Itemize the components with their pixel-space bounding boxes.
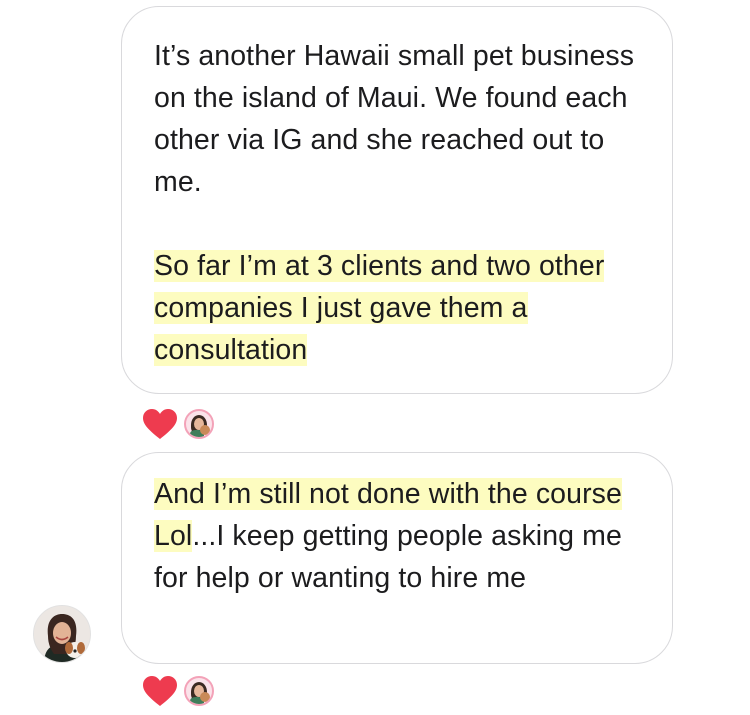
message-paragraph: ...I keep getting people asking me for h… (154, 520, 622, 594)
reactions-row[interactable] (142, 404, 214, 444)
message-text: It’s another Hawaii small pet business o… (154, 35, 640, 203)
highlighted-paragraph: So far I’m at 3 clients and two other co… (154, 250, 605, 366)
message-text: And I’m still not done with the course L… (154, 473, 640, 599)
avatar-photo (34, 606, 90, 662)
sender-avatar[interactable] (33, 605, 91, 663)
reactions-row[interactable] (142, 671, 214, 711)
message-paragraph: It’s another Hawaii small pet business o… (154, 40, 635, 198)
message-bubble[interactable]: It’s another Hawaii small pet business o… (121, 6, 673, 394)
reactor-avatar[interactable] (184, 409, 214, 439)
message-bubble[interactable]: And I’m still not done with the course L… (121, 452, 673, 664)
reactor-avatar[interactable] (184, 676, 214, 706)
message-text-highlighted: So far I’m at 3 clients and two other co… (154, 245, 640, 371)
heart-icon[interactable] (142, 408, 178, 440)
heart-icon[interactable] (142, 675, 178, 707)
